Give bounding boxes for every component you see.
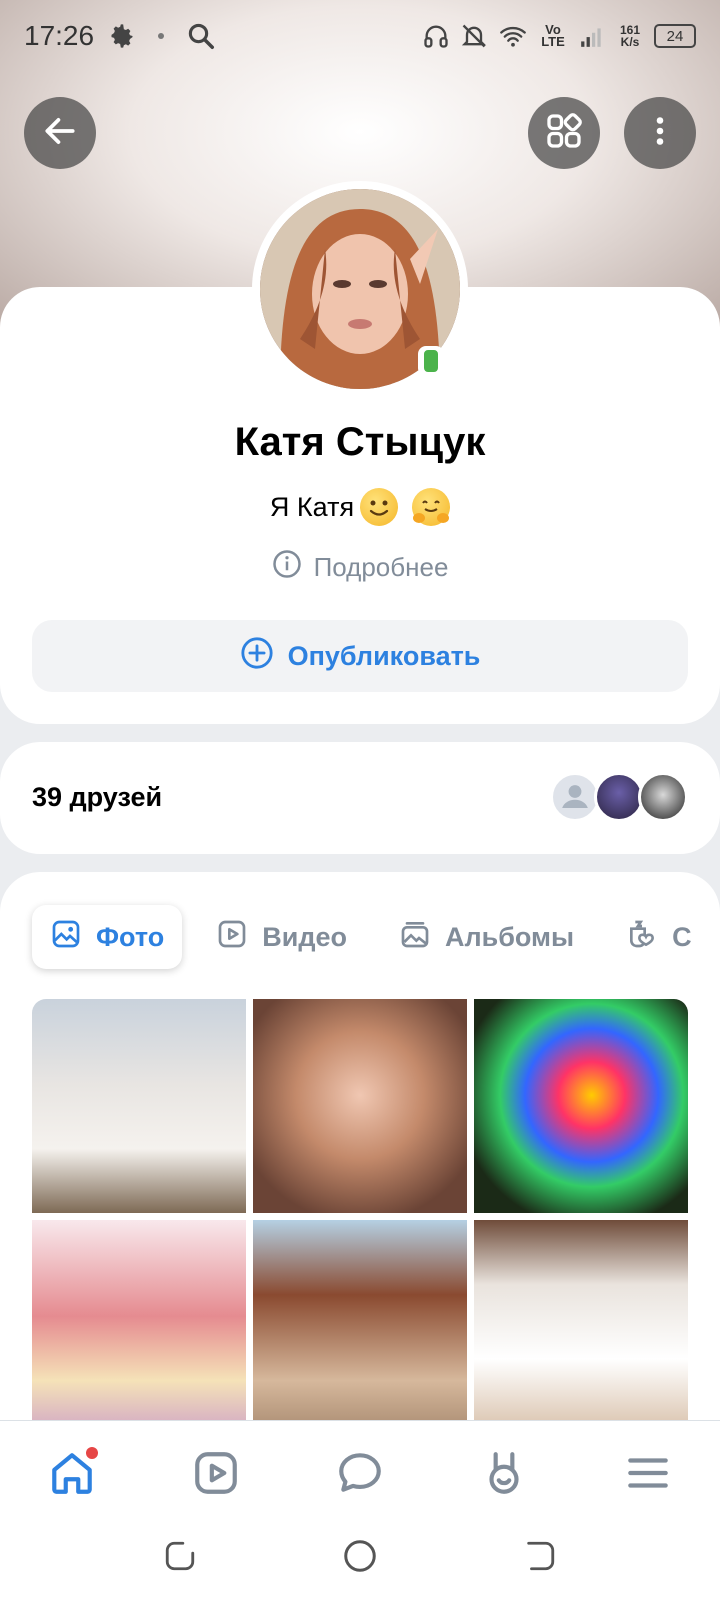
- network-type: Vo LTE: [541, 22, 565, 49]
- nav-menu[interactable]: [620, 1447, 676, 1503]
- photo-thumbnail[interactable]: [474, 999, 688, 1213]
- network-speed: 161 K/s: [616, 24, 644, 48]
- video-icon: [191, 1448, 241, 1503]
- profile-status-text: Я Катя: [269, 491, 355, 522]
- bell-off-icon: [460, 22, 488, 50]
- friends-count[interactable]: 39 друзей: [32, 782, 162, 813]
- status-bar: 17:26 Vo LTE 161 K/s 24: [0, 0, 720, 72]
- tab-videos[interactable]: Видео: [198, 905, 365, 969]
- search-icon: [186, 21, 216, 51]
- nav-messages[interactable]: [332, 1447, 388, 1503]
- services-icon: [544, 111, 584, 156]
- clips-icon: [479, 1448, 529, 1503]
- recent-apps-button[interactable]: [160, 1538, 200, 1578]
- photo-thumbnail[interactable]: [32, 1220, 246, 1434]
- status-time: 17:26: [24, 20, 95, 51]
- recent-apps-icon: [163, 1539, 197, 1578]
- photo-thumbnail[interactable]: [253, 999, 467, 1213]
- hug-emoji-icon: [412, 488, 451, 526]
- video-icon: [216, 918, 248, 957]
- messages-icon: [335, 1448, 385, 1503]
- back-system-icon: [523, 1539, 557, 1578]
- tab-albums[interactable]: Альбомы: [381, 905, 592, 969]
- heart-icon: [626, 918, 658, 957]
- publish-label: Опубликовать: [287, 640, 481, 671]
- friend-avatar: [594, 772, 644, 822]
- notification-dot: [86, 1447, 98, 1459]
- settings-icon: [108, 22, 136, 50]
- photo-thumbnail[interactable]: [253, 1220, 467, 1434]
- friend-avatars[interactable]: [550, 772, 690, 822]
- publish-button[interactable]: Опубликовать: [32, 620, 688, 692]
- media-tabs: Фото Видео Альбомы С: [32, 905, 708, 969]
- services-button[interactable]: [528, 97, 600, 169]
- friend-avatar-placeholder: [550, 772, 600, 822]
- bottom-navigation: [0, 1420, 720, 1612]
- home-system-button[interactable]: [340, 1538, 380, 1578]
- wifi-icon: [498, 22, 528, 50]
- smile-emoji-icon: [360, 488, 399, 526]
- photo-icon: [50, 918, 82, 957]
- battery-indicator: 24: [654, 24, 696, 48]
- more-info-label: Подробнее: [313, 552, 449, 582]
- back-system-button[interactable]: [520, 1538, 560, 1578]
- arrow-left-icon: [41, 112, 79, 155]
- nav-home[interactable]: [44, 1447, 100, 1503]
- info-icon: [272, 549, 302, 586]
- more-vertical-icon: [642, 113, 678, 154]
- more-info-link[interactable]: Подробнее: [0, 549, 720, 586]
- dot-icon: [158, 33, 165, 39]
- more-options-button[interactable]: [624, 97, 696, 169]
- tab-photos-label: Фото: [96, 921, 165, 952]
- photo-thumbnail[interactable]: [32, 999, 246, 1213]
- friend-avatar: [638, 772, 688, 822]
- back-button[interactable]: [24, 97, 96, 169]
- circle-icon: [342, 1538, 378, 1579]
- nav-video[interactable]: [188, 1447, 244, 1503]
- photo-thumbnail[interactable]: [474, 1220, 688, 1434]
- profile-status: Я Катя: [0, 488, 720, 526]
- menu-icon: [623, 1448, 673, 1503]
- plus-circle-icon: [240, 636, 274, 677]
- tab-photos[interactable]: Фото: [32, 905, 183, 969]
- tab-more-label: С: [672, 921, 692, 952]
- album-icon: [399, 918, 431, 957]
- speed-unit: K/s: [620, 35, 640, 49]
- profile-name: Катя Стыцук: [234, 420, 486, 464]
- online-indicator: [418, 346, 444, 376]
- signal-icon: [578, 23, 606, 49]
- tab-more[interactable]: С: [608, 905, 692, 969]
- nav-clips[interactable]: [476, 1447, 532, 1503]
- headphones-icon: [422, 22, 450, 50]
- tab-albums-label: Альбомы: [444, 921, 575, 952]
- tab-videos-label: Видео: [262, 921, 347, 952]
